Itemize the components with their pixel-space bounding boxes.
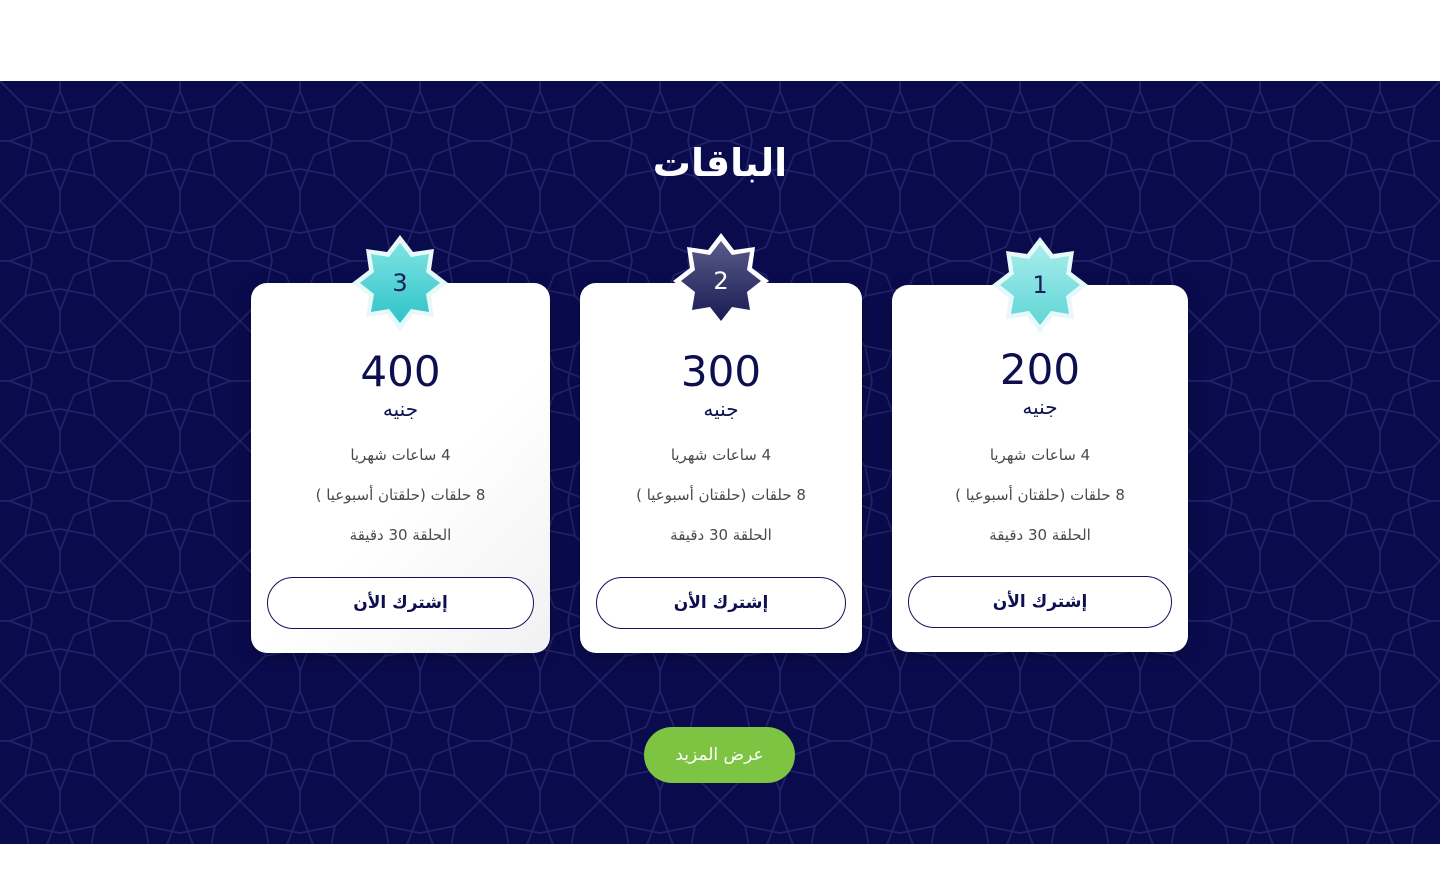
plan-feature-hours: 4 ساعات شهريا (989, 446, 1091, 464)
plan-number: 3 (392, 269, 408, 297)
subscribe-button-3[interactable]: إشترك الأن (267, 577, 534, 629)
plan-feature-hours: 4 ساعات شهريا (670, 446, 772, 464)
plan-feature-duration: الحلقة 30 دقيقة (989, 526, 1091, 544)
plan-number: 2 (713, 267, 729, 295)
plan-price: 400 (360, 347, 441, 396)
plan-badge-3: 3 (350, 233, 450, 333)
pricing-section: الباقات 1 200 جنيه 4 ساعات شهريا 8 حلقات… (0, 81, 1440, 844)
plan-card-2: 2 300 جنيه 4 ساعات شهريا 8 حلقات (حلقتان… (580, 233, 862, 653)
plan-price: 200 (999, 345, 1081, 394)
plan-feature-duration: الحلقة 30 دقيقة (349, 526, 452, 544)
plan-feature-duration: الحلقة 30 دقيقة (670, 526, 772, 544)
plan-feature-hours: 4 ساعات شهريا (350, 446, 451, 464)
plan-badge-2: 2 (671, 231, 771, 331)
plan-feature-sessions: 8 حلقات (حلقتان أسبوعيا ) (636, 486, 806, 504)
section-title: الباقات (652, 141, 788, 185)
plan-currency: جنيه (1022, 395, 1058, 419)
subscribe-button-1[interactable]: إشترك الأن (908, 576, 1172, 628)
plan-badge-1: 1 (990, 235, 1090, 335)
plan-feature-sessions: 8 حلقات (حلقتان أسبوعيا ) (955, 486, 1125, 504)
plan-currency: جنيه (703, 397, 739, 421)
plan-feature-sessions: 8 حلقات (حلقتان أسبوعيا ) (315, 486, 486, 504)
plan-currency: جنيه (382, 397, 419, 421)
plan-number: 1 (1032, 271, 1048, 299)
subscribe-button-2[interactable]: إشترك الأن (596, 577, 846, 629)
plan-card-3: 3 400 جنيه 4 ساعات شهريا 8 حلقات (حلقتان… (251, 235, 550, 653)
plan-card-1: 1 200 جنيه 4 ساعات شهريا 8 حلقات (حلقتان… (892, 237, 1188, 652)
plan-price: 300 (680, 347, 762, 396)
show-more-button[interactable]: عرض المزيد (644, 727, 795, 783)
